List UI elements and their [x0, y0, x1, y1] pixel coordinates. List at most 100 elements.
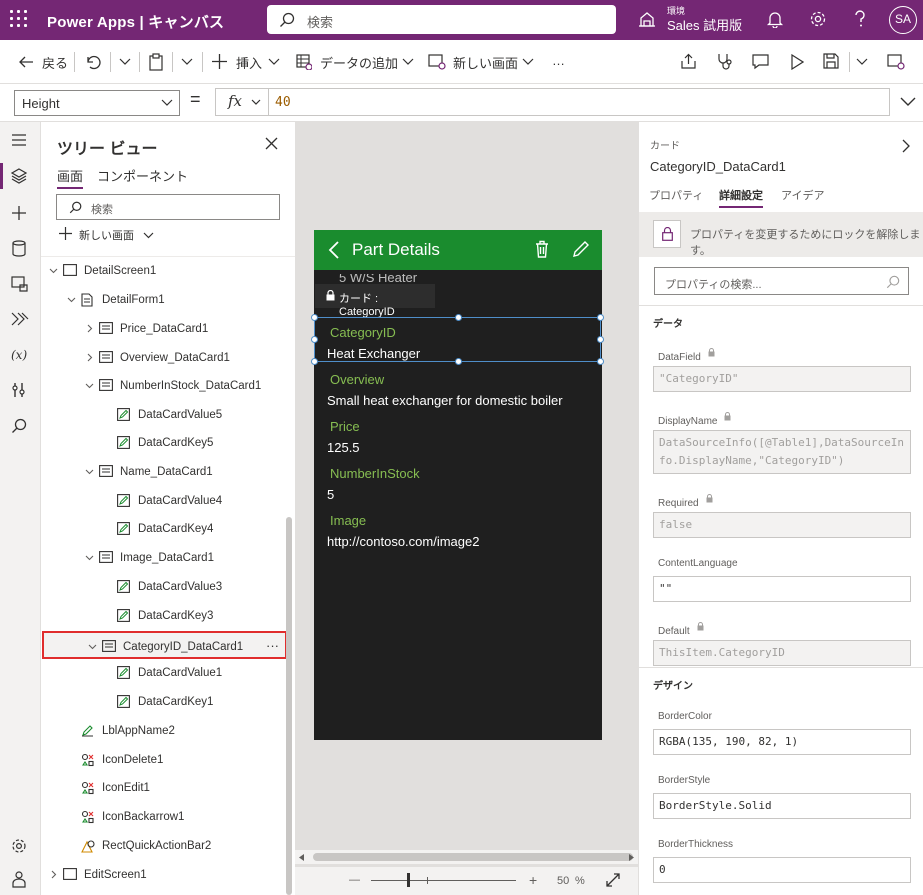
tree-node[interactable]: IconDelete1 [41, 746, 287, 774]
media-icon[interactable] [11, 276, 29, 292]
control-name[interactable]: CategoryID_DataCard1 [650, 159, 786, 174]
scroll-right-icon[interactable] [629, 854, 634, 861]
resize-handle[interactable] [597, 358, 604, 365]
app-header-bar[interactable]: Part Details [314, 230, 602, 270]
global-search-input[interactable]: 検索 [267, 5, 616, 34]
insert-plus-icon[interactable] [11, 205, 27, 221]
property-value-input[interactable]: false [653, 512, 911, 538]
property-search-input[interactable]: プロパティの検索... [654, 267, 909, 295]
fit-to-window-icon[interactable] [606, 873, 620, 887]
tab-ideas[interactable]: アイデア [781, 187, 824, 203]
tree-node[interactable]: DataCardKey3 [41, 602, 287, 630]
new-screen-icon[interactable] [428, 54, 446, 70]
fx-button[interactable]: fx [215, 88, 269, 116]
chevron-down-icon[interactable] [88, 644, 97, 650]
tab-components[interactable]: コンポーネント [97, 166, 188, 185]
gear-icon[interactable] [809, 10, 827, 28]
add-data-button[interactable]: データの追加 [320, 53, 398, 72]
tree-node[interactable]: CategoryID_DataCard1 ··· [42, 631, 287, 659]
resize-handle[interactable] [597, 314, 604, 321]
form-field-value[interactable]: 5 [327, 487, 334, 502]
tab-screens[interactable]: 画面 [57, 166, 84, 189]
power-automate-icon[interactable] [11, 312, 29, 326]
publish-icon[interactable] [887, 53, 905, 70]
tree-node[interactable]: DataCardValue3 [41, 573, 287, 601]
chevron-down-icon[interactable] [402, 58, 414, 66]
tree-node[interactable]: DetailScreen1 [41, 257, 287, 285]
property-value-input[interactable]: "" [653, 576, 911, 602]
paste-icon[interactable] [148, 53, 164, 71]
tree-node[interactable]: DataCardValue1 [41, 659, 287, 687]
environment-picker[interactable]: 環境 Sales 試用版 [638, 6, 748, 34]
expand-formula-icon[interactable] [900, 97, 916, 107]
property-value-input[interactable]: RGBA(135, 190, 82, 1) [653, 729, 911, 755]
resize-handle[interactable] [311, 358, 318, 365]
gear-icon[interactable] [11, 838, 27, 854]
resize-handle[interactable] [311, 336, 318, 343]
property-value-input[interactable]: ThisItem.CategoryID [653, 640, 911, 666]
chevron-down-icon[interactable] [49, 268, 58, 274]
formula-input[interactable]: 40 [268, 88, 890, 116]
tree-node[interactable]: Price_DataCard1 [41, 315, 287, 343]
zoom-in-button[interactable]: + [529, 872, 537, 888]
share-icon[interactable] [680, 53, 697, 70]
tree-node[interactable]: DataCardKey5 [41, 429, 287, 457]
app-preview-screen[interactable]: Part Details 5 W/S Heater カード : Category… [311, 230, 604, 740]
hamburger-icon[interactable] [11, 133, 27, 147]
zoom-out-button[interactable]: — [349, 874, 360, 886]
edit-pencil-icon[interactable] [572, 240, 590, 258]
play-icon[interactable] [790, 54, 804, 70]
back-button[interactable]: 戻る [42, 53, 68, 72]
database-icon[interactable] [11, 240, 27, 257]
tree-node[interactable]: LblAppName2 [41, 717, 287, 745]
chevron-down-icon[interactable] [67, 297, 76, 303]
form-field-value[interactable]: Heat Exchanger [327, 346, 420, 361]
tree-node[interactable]: DataCardValue5 [41, 401, 287, 429]
tree-node[interactable]: Name_DataCard1 [41, 458, 287, 486]
variables-icon[interactable]: (x) [11, 348, 31, 362]
chevron-down-icon[interactable] [522, 58, 534, 66]
scrollbar-thumb[interactable] [313, 853, 633, 861]
app-launcher-icon[interactable] [10, 10, 28, 28]
property-value-input[interactable]: 0 [653, 857, 911, 883]
tree-node[interactable]: DataCardValue4 [41, 487, 287, 515]
new-screen-tree-button[interactable]: 新しい画面 [59, 227, 154, 243]
resize-handle[interactable] [311, 314, 318, 321]
comment-icon[interactable] [752, 53, 769, 70]
save-icon[interactable] [823, 53, 839, 69]
chevron-down-icon[interactable] [268, 58, 280, 66]
search-icon[interactable] [11, 418, 27, 434]
resize-handle[interactable] [455, 358, 462, 365]
chevron-down-icon[interactable] [119, 58, 131, 66]
close-icon[interactable] [265, 137, 278, 150]
data-table-icon[interactable] [296, 54, 312, 70]
insert-button[interactable]: 挿入 [236, 53, 262, 72]
tree-node[interactable]: RectQuickActionBar2 [41, 832, 287, 860]
stethoscope-icon[interactable] [716, 53, 733, 70]
tree-scrollbar[interactable] [286, 517, 292, 895]
chevron-right-icon[interactable] [902, 139, 910, 153]
tab-advanced[interactable]: 詳細設定 [719, 187, 763, 208]
tree-node[interactable]: DataCardKey4 [41, 515, 287, 543]
property-value-input[interactable]: "CategoryID" [653, 366, 911, 392]
tree-node[interactable]: DataCardKey1 [41, 688, 287, 716]
back-arrow-icon[interactable] [328, 241, 339, 259]
undo-icon[interactable] [84, 53, 102, 71]
scroll-left-icon[interactable] [299, 854, 304, 861]
help-icon[interactable] [852, 10, 868, 28]
chevron-right-icon[interactable] [87, 324, 93, 333]
plus-icon[interactable] [212, 54, 227, 69]
tree-node[interactable]: DetailForm1 [41, 286, 287, 314]
user-avatar[interactable]: SA [889, 6, 917, 34]
back-arrow-icon[interactable] [18, 54, 34, 70]
tree-node[interactable]: NumberInStock_DataCard1 [41, 372, 287, 400]
form-field-value[interactable]: http://contoso.com/image2 [327, 534, 479, 549]
chevron-right-icon[interactable] [51, 870, 57, 879]
resize-handle[interactable] [455, 314, 462, 321]
trash-icon[interactable] [535, 240, 549, 258]
tree-node[interactable]: Image_DataCard1 [41, 544, 287, 572]
tree-node[interactable]: EditScreen1 [41, 861, 287, 889]
virtual-agent-icon[interactable] [11, 870, 27, 888]
canvas-horizontal-scrollbar[interactable] [295, 850, 638, 864]
property-value-input[interactable]: BorderStyle.Solid [653, 793, 911, 819]
